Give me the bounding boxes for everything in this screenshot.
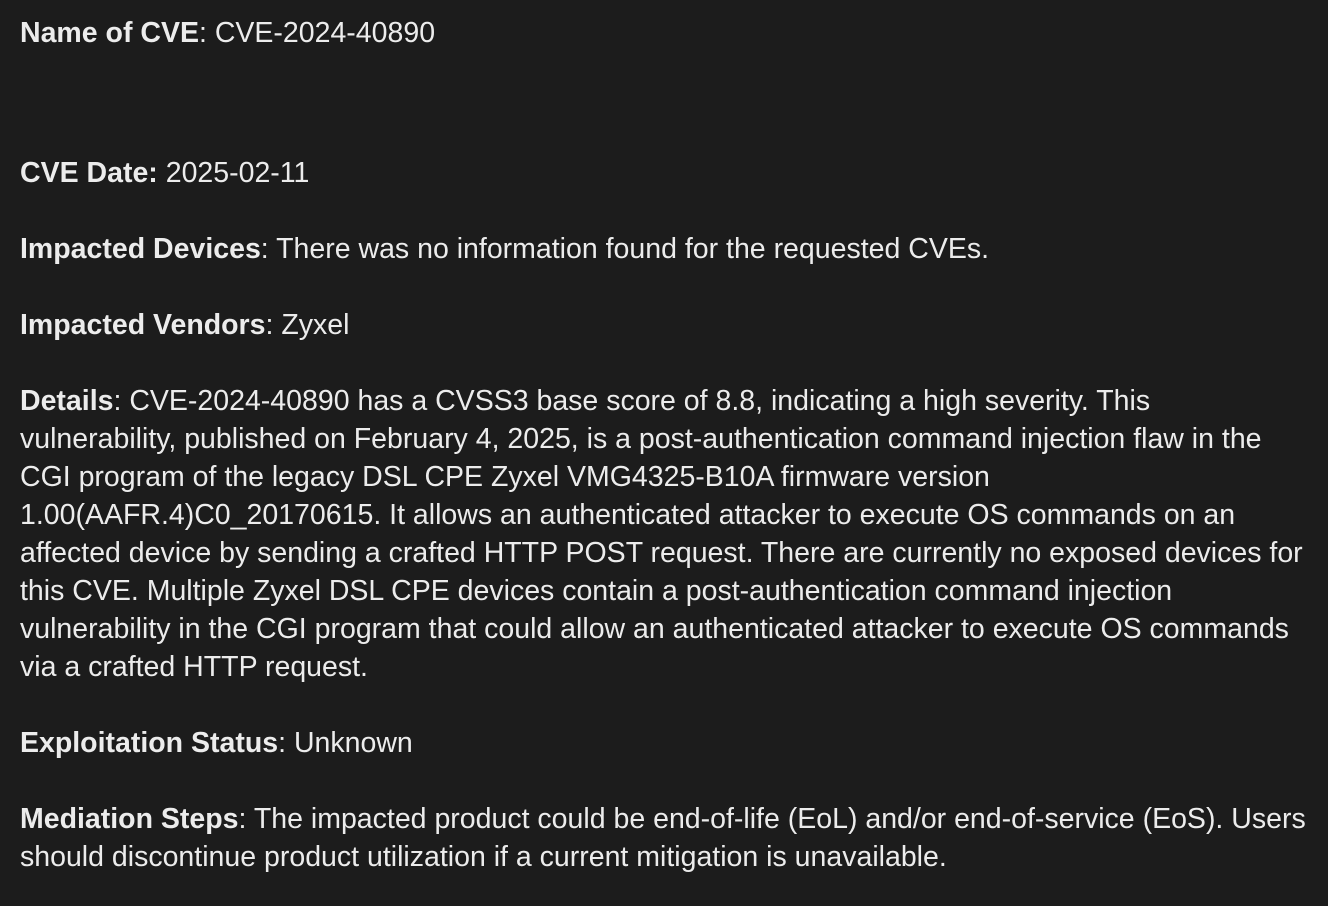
impacted-vendors-field: Impacted Vendors: Zyxel: [20, 306, 1308, 344]
details-label: Details: [20, 385, 114, 417]
details-separator: :: [113, 385, 130, 417]
mediation-steps-separator: :: [238, 803, 254, 835]
cve-date-field: CVE Date: 2025-02-11: [20, 154, 1308, 192]
exploitation-status-separator: :: [278, 727, 294, 759]
exploitation-status-field: Exploitation Status: Unknown: [20, 724, 1308, 762]
cve-date-label: CVE Date:: [20, 157, 158, 189]
cve-name-separator: :: [198, 17, 215, 49]
impacted-devices-field: Impacted Devices: There was no informati…: [20, 230, 1308, 268]
impacted-vendors-separator: :: [265, 309, 282, 341]
mediation-steps-field: Mediation Steps: The impacted product co…: [20, 800, 1308, 876]
impacted-devices-value: There was no information found for the r…: [276, 233, 990, 265]
exploitation-status-value: Unknown: [293, 727, 413, 759]
exploitation-status-label: Exploitation Status: [20, 727, 279, 759]
details-field: Details: CVE-2024-40890 has a CVSS3 base…: [20, 382, 1308, 686]
cve-report: Name of CVE: CVE-2024-40890 CVE Date: 20…: [0, 0, 1328, 906]
impacted-vendors-value: Zyxel: [281, 309, 350, 341]
cve-date-separator: [158, 157, 166, 189]
cve-name-value: CVE-2024-40890: [214, 17, 436, 49]
cve-name-label: Name of CVE: [20, 17, 199, 49]
impacted-devices-label: Impacted Devices: [20, 233, 261, 265]
details-value: CVE-2024-40890 has a CVSS3 base score of…: [20, 385, 1303, 683]
cve-date-value: 2025-02-11: [165, 157, 310, 189]
impacted-vendors-label: Impacted Vendors: [20, 309, 266, 341]
mediation-steps-label: Mediation Steps: [20, 803, 239, 835]
cve-name-field: Name of CVE: CVE-2024-40890: [20, 14, 1308, 52]
impacted-devices-separator: :: [260, 233, 277, 265]
